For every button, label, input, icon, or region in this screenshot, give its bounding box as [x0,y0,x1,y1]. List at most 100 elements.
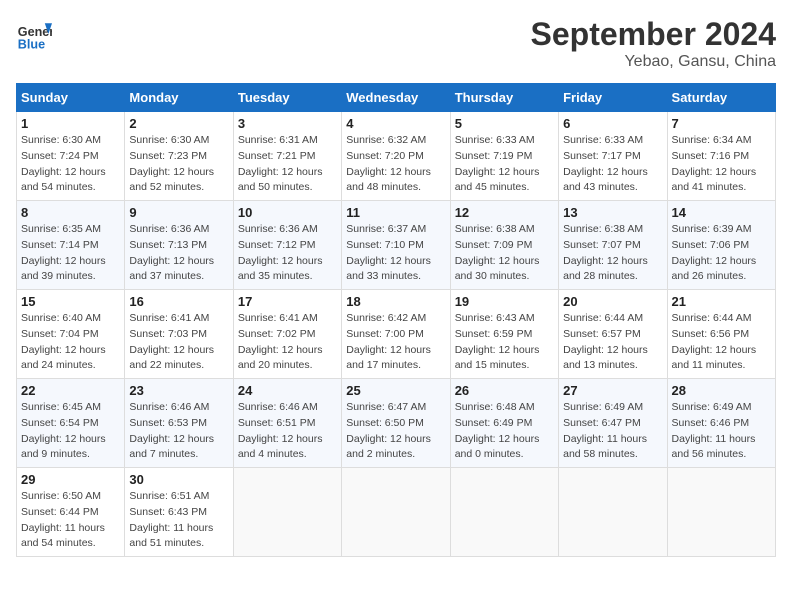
day-info: Sunrise: 6:40 AMSunset: 7:04 PMDaylight:… [21,312,106,371]
table-row: 25 Sunrise: 6:47 AMSunset: 6:50 PMDayligh… [342,379,450,468]
day-info: Sunrise: 6:49 AMSunset: 6:46 PMDaylight:… [672,401,756,460]
day-info: Sunrise: 6:51 AMSunset: 6:43 PMDaylight:… [129,490,213,549]
day-number: 22 [21,383,120,398]
table-row [342,468,450,557]
day-info: Sunrise: 6:34 AMSunset: 7:16 PMDaylight:… [672,134,757,193]
day-number: 23 [129,383,228,398]
day-info: Sunrise: 6:36 AMSunset: 7:12 PMDaylight:… [238,223,323,282]
day-info: Sunrise: 6:50 AMSunset: 6:44 PMDaylight:… [21,490,105,549]
col-thursday: Thursday [450,84,558,112]
calendar-header-row: Sunday Monday Tuesday Wednesday Thursday… [17,84,776,112]
table-row: 28 Sunrise: 6:49 AMSunset: 6:46 PMDayligh… [667,379,775,468]
day-number: 11 [346,205,445,220]
day-info: Sunrise: 6:33 AMSunset: 7:19 PMDaylight:… [455,134,540,193]
day-number: 27 [563,383,662,398]
col-friday: Friday [559,84,667,112]
table-row: 4 Sunrise: 6:32 AMSunset: 7:20 PMDaylight… [342,112,450,201]
day-number: 2 [129,116,228,131]
table-row: 23 Sunrise: 6:46 AMSunset: 6:53 PMDayligh… [125,379,233,468]
table-row: 19 Sunrise: 6:43 AMSunset: 6:59 PMDayligh… [450,290,558,379]
table-row: 13 Sunrise: 6:38 AMSunset: 7:07 PMDayligh… [559,201,667,290]
table-row: 7 Sunrise: 6:34 AMSunset: 7:16 PMDaylight… [667,112,775,201]
day-number: 30 [129,472,228,487]
day-info: Sunrise: 6:36 AMSunset: 7:13 PMDaylight:… [129,223,214,282]
table-row: 21 Sunrise: 6:44 AMSunset: 6:56 PMDayligh… [667,290,775,379]
day-number: 7 [672,116,771,131]
table-row [559,468,667,557]
day-info: Sunrise: 6:45 AMSunset: 6:54 PMDaylight:… [21,401,106,460]
table-row: 2 Sunrise: 6:30 AMSunset: 7:23 PMDaylight… [125,112,233,201]
day-number: 29 [21,472,120,487]
svg-text:Blue: Blue [18,37,45,51]
page-title: September 2024 [531,16,776,53]
day-info: Sunrise: 6:33 AMSunset: 7:17 PMDaylight:… [563,134,648,193]
table-row [450,468,558,557]
col-tuesday: Tuesday [233,84,341,112]
day-info: Sunrise: 6:49 AMSunset: 6:47 PMDaylight:… [563,401,647,460]
table-row: 9 Sunrise: 6:36 AMSunset: 7:13 PMDaylight… [125,201,233,290]
day-info: Sunrise: 6:31 AMSunset: 7:21 PMDaylight:… [238,134,323,193]
table-row: 22 Sunrise: 6:45 AMSunset: 6:54 PMDayligh… [17,379,125,468]
day-info: Sunrise: 6:32 AMSunset: 7:20 PMDaylight:… [346,134,431,193]
table-row: 11Sunrise: 6:37 AMSunset: 7:10 PMDayligh… [342,201,450,290]
page-header: General Blue September 2024 Yebao, Gansu… [16,16,776,71]
table-row: 8 Sunrise: 6:35 AMSunset: 7:14 PMDaylight… [17,201,125,290]
table-row: 26 Sunrise: 6:48 AMSunset: 6:49 PMDayligh… [450,379,558,468]
day-number: 8 [21,205,120,220]
table-row: 12Sunrise: 6:38 AMSunset: 7:09 PMDayligh… [450,201,558,290]
day-info: Sunrise: 6:48 AMSunset: 6:49 PMDaylight:… [455,401,540,460]
table-row: 29 Sunrise: 6:50 AMSunset: 6:44 PMDayligh… [17,468,125,557]
table-row: 27 Sunrise: 6:49 AMSunset: 6:47 PMDayligh… [559,379,667,468]
day-number: 20 [563,294,662,309]
day-number: 19 [455,294,554,309]
table-row: 14Sunrise: 6:39 AMSunset: 7:06 PMDayligh… [667,201,775,290]
day-number: 6 [563,116,662,131]
day-number: 26 [455,383,554,398]
day-info: Sunrise: 6:44 AMSunset: 6:56 PMDaylight:… [672,312,757,371]
col-monday: Monday [125,84,233,112]
day-info: Sunrise: 6:43 AMSunset: 6:59 PMDaylight:… [455,312,540,371]
day-number: 1 [21,116,120,131]
day-number: 14 [672,205,771,220]
table-row [233,468,341,557]
page-subtitle: Yebao, Gansu, China [531,53,776,71]
table-row: 6 Sunrise: 6:33 AMSunset: 7:17 PMDaylight… [559,112,667,201]
day-number: 16 [129,294,228,309]
day-info: Sunrise: 6:38 AMSunset: 7:07 PMDaylight:… [563,223,648,282]
day-number: 18 [346,294,445,309]
day-info: Sunrise: 6:46 AMSunset: 6:53 PMDaylight:… [129,401,214,460]
day-number: 5 [455,116,554,131]
day-info: Sunrise: 6:42 AMSunset: 7:00 PMDaylight:… [346,312,431,371]
day-number: 4 [346,116,445,131]
table-row: 3 Sunrise: 6:31 AMSunset: 7:21 PMDaylight… [233,112,341,201]
logo-icon: General Blue [16,16,52,52]
day-number: 3 [238,116,337,131]
col-saturday: Saturday [667,84,775,112]
day-number: 25 [346,383,445,398]
day-number: 9 [129,205,228,220]
table-row: 18 Sunrise: 6:42 AMSunset: 7:00 PMDayligh… [342,290,450,379]
day-info: Sunrise: 6:30 AMSunset: 7:23 PMDaylight:… [129,134,214,193]
day-info: Sunrise: 6:46 AMSunset: 6:51 PMDaylight:… [238,401,323,460]
day-info: Sunrise: 6:38 AMSunset: 7:09 PMDaylight:… [455,223,540,282]
day-info: Sunrise: 6:44 AMSunset: 6:57 PMDaylight:… [563,312,648,371]
col-sunday: Sunday [17,84,125,112]
day-number: 24 [238,383,337,398]
day-number: 17 [238,294,337,309]
table-row: 15 Sunrise: 6:40 AMSunset: 7:04 PMDayligh… [17,290,125,379]
day-number: 28 [672,383,771,398]
day-number: 21 [672,294,771,309]
day-info: Sunrise: 6:41 AMSunset: 7:02 PMDaylight:… [238,312,323,371]
day-number: 13 [563,205,662,220]
table-row: 16 Sunrise: 6:41 AMSunset: 7:03 PMDayligh… [125,290,233,379]
calendar-table: Sunday Monday Tuesday Wednesday Thursday… [16,83,776,557]
day-number: 15 [21,294,120,309]
day-info: Sunrise: 6:47 AMSunset: 6:50 PMDaylight:… [346,401,431,460]
day-info: Sunrise: 6:30 AMSunset: 7:24 PMDaylight:… [21,134,106,193]
table-row: 24 Sunrise: 6:46 AMSunset: 6:51 PMDayligh… [233,379,341,468]
table-row [667,468,775,557]
title-block: September 2024 Yebao, Gansu, China [531,16,776,71]
logo: General Blue [16,16,52,52]
day-info: Sunrise: 6:41 AMSunset: 7:03 PMDaylight:… [129,312,214,371]
day-info: Sunrise: 6:35 AMSunset: 7:14 PMDaylight:… [21,223,106,282]
